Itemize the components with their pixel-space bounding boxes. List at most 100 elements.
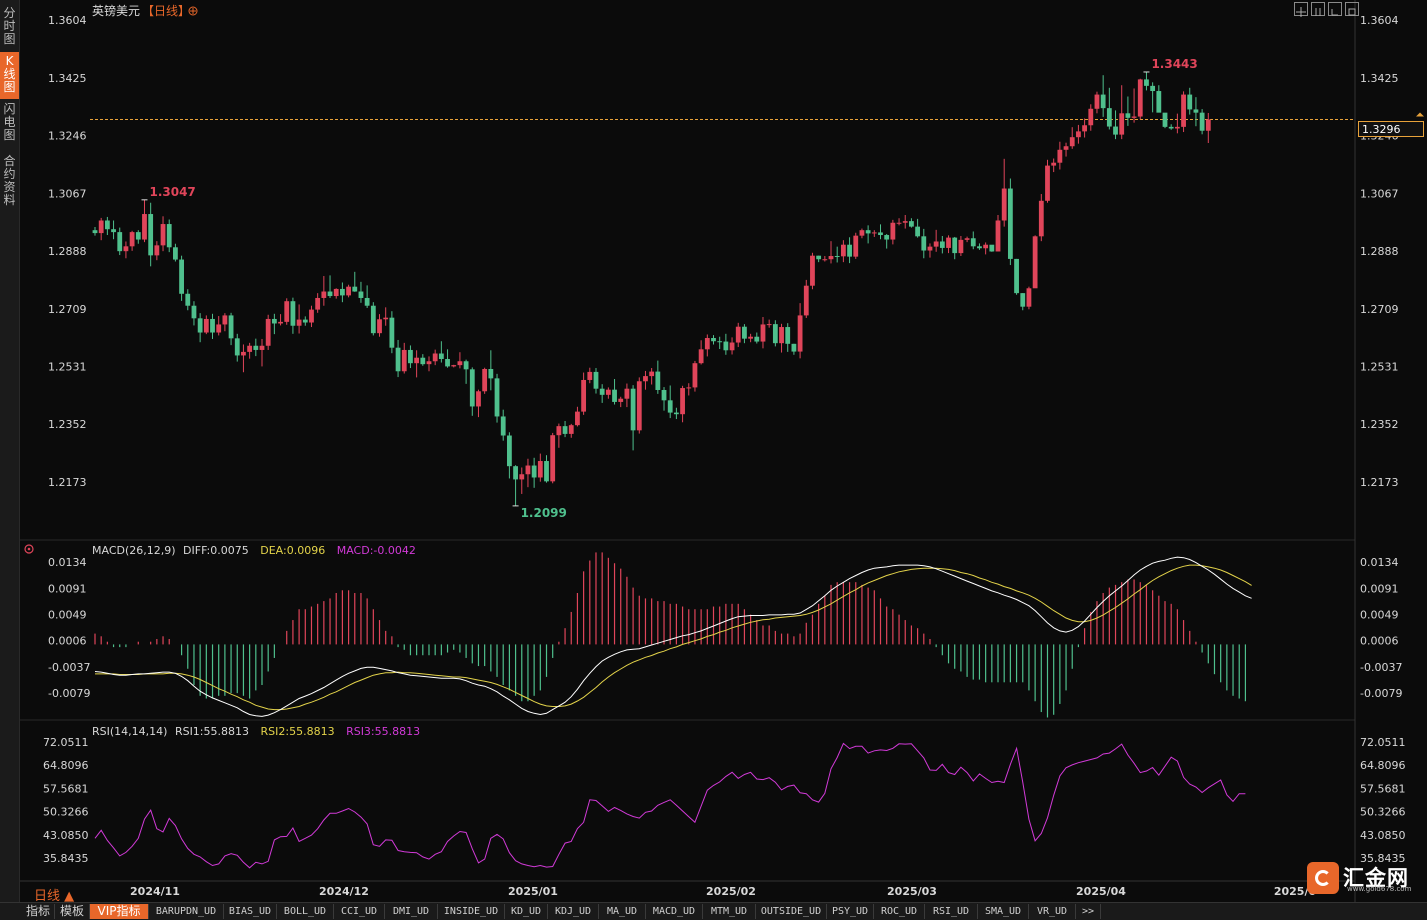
price-y-tick-left: 1.2709: [48, 303, 87, 316]
candle-body: [575, 411, 580, 426]
candle-body: [1131, 116, 1137, 118]
candle-body: [389, 317, 395, 348]
price-y-tick-left: 1.2531: [48, 360, 87, 373]
crosshair-icon[interactable]: [1294, 2, 1308, 17]
candle-body: [463, 361, 469, 370]
indicator-tab[interactable]: 指标: [22, 904, 55, 919]
price-y-tick-right: 1.3067: [1360, 187, 1399, 200]
candle-body: [494, 378, 500, 417]
period-title: 【日线】: [142, 4, 190, 18]
candle-body: [1100, 94, 1106, 109]
indicator-tab[interactable]: >>: [1076, 904, 1101, 919]
chart-canvas[interactable]: 英镑美元 【日线】 1.3604 1.3604 1.3425 1.3425 1.3246…: [0, 0, 1427, 902]
x-tick-label: 2025/04: [1076, 885, 1126, 898]
rsi-y-tick-right: 72.0511: [1360, 736, 1406, 749]
indicator-tab[interactable]: CCI_UD: [334, 904, 385, 919]
indicator-tab[interactable]: RSI_UD: [925, 904, 978, 919]
candle-body: [203, 318, 209, 333]
candle-body: [723, 341, 729, 351]
indicator-tab[interactable]: MTM_UD: [703, 904, 756, 919]
candle-body: [964, 238, 970, 240]
candle-body: [241, 351, 246, 356]
candle-body: [469, 369, 475, 407]
indicator-tab[interactable]: KD_UD: [505, 904, 548, 919]
candle-body: [197, 318, 203, 333]
candle-body: [117, 232, 123, 252]
candle-body: [1007, 188, 1013, 259]
indicator-tab[interactable]: PSY_UD: [827, 904, 874, 919]
candle-body: [222, 315, 228, 325]
macd-y-tick-left: 0.0134: [48, 556, 87, 569]
macd-y-tick-right: 0.0134: [1360, 556, 1399, 569]
candle-body: [296, 319, 302, 326]
indicator-tab[interactable]: BIAS_UD: [224, 904, 277, 919]
rsi-y-tick-right: 64.8096: [1360, 759, 1406, 772]
candle-body: [649, 371, 655, 377]
indicator-tab[interactable]: VIP指标: [90, 904, 149, 919]
indicator-tab[interactable]: BOLL_UD: [277, 904, 334, 919]
dea-line: [95, 564, 1252, 711]
indicator-tab[interactable]: MACD_UD: [646, 904, 703, 919]
candle-body: [1125, 113, 1131, 118]
rsi-y-tick-right: 57.5681: [1360, 782, 1406, 795]
candle-body: [1014, 258, 1019, 294]
fullscreen-icon[interactable]: [1345, 2, 1359, 16]
candle-body: [395, 347, 401, 372]
candle-body: [605, 389, 611, 395]
candle-body: [810, 255, 815, 286]
candle-body: [766, 324, 772, 326]
price-y-tick-left: 1.2173: [48, 476, 87, 489]
indicator-tab[interactable]: BARUPDN_UD: [149, 904, 224, 919]
candle-body: [166, 224, 172, 248]
candle-body: [680, 388, 685, 415]
indicator-tab[interactable]: MA_UD: [599, 904, 646, 919]
candle-body: [352, 286, 358, 292]
rsi-line: [94, 742, 1246, 869]
candle-body: [154, 245, 160, 256]
last-price-box: 1.3296: [1358, 121, 1424, 137]
candle-body: [562, 426, 568, 434]
indicator-tab[interactable]: 模板: [55, 904, 90, 919]
macd-y-tick-left: 0.0006: [48, 635, 87, 648]
candle-body: [939, 241, 945, 248]
candle-body: [643, 376, 648, 382]
candle-body: [457, 361, 463, 366]
gold678-logo-icon: [1307, 862, 1339, 894]
candle-body: [123, 246, 129, 252]
macd-y-tick-right: -0.0037: [1360, 661, 1402, 674]
layout-icon[interactable]: [1311, 2, 1325, 16]
candle-body: [785, 327, 791, 344]
candle-body: [340, 288, 345, 296]
x-axis: 2024/11 2024/12 2025/01 2025/02 2025/03 2025/…: [130, 885, 1316, 898]
candle-body: [451, 365, 457, 367]
indicator-tab[interactable]: SMA_UD: [978, 904, 1029, 919]
candle-body: [915, 226, 921, 237]
candle-body: [1193, 109, 1199, 113]
candle-body: [1020, 293, 1026, 307]
plus-circle-icon[interactable]: [188, 6, 198, 16]
indicator-tab[interactable]: ROC_UD: [874, 904, 925, 919]
candle-body: [482, 369, 488, 392]
zoom-icon[interactable]: [1328, 2, 1342, 16]
candle-body: [568, 425, 574, 434]
candle-body: [1038, 200, 1044, 237]
indicator-tab[interactable]: OUTSIDE_UD: [756, 904, 827, 919]
candle-body: [216, 324, 222, 333]
indicator-tab[interactable]: KDJ_UD: [548, 904, 599, 919]
candle-body: [1051, 162, 1057, 166]
price-y-tick-left: 1.2888: [48, 245, 87, 258]
candle-body: [995, 220, 1001, 252]
indicator-tab[interactable]: DMI_UD: [385, 904, 438, 919]
indicator-tab[interactable]: INSIDE_UD: [438, 904, 505, 919]
x-tick-label: 2025/02: [706, 885, 756, 898]
indicator-tab[interactable]: VR_UD: [1029, 904, 1076, 919]
candle-body: [531, 465, 537, 478]
candle-body: [655, 371, 661, 390]
candle-body: [593, 371, 599, 389]
candle-body: [185, 293, 191, 306]
candle-body: [754, 336, 760, 342]
rsi-legend: RSI(14,14,14) RSI1:55.8813 RSI2:55.8813 …: [92, 725, 420, 738]
rsi-title: RSI(14,14,14): [92, 725, 167, 738]
macd-settings-icon[interactable]: [24, 544, 34, 554]
macd-macd-label: MACD:-0.0042: [337, 544, 416, 557]
